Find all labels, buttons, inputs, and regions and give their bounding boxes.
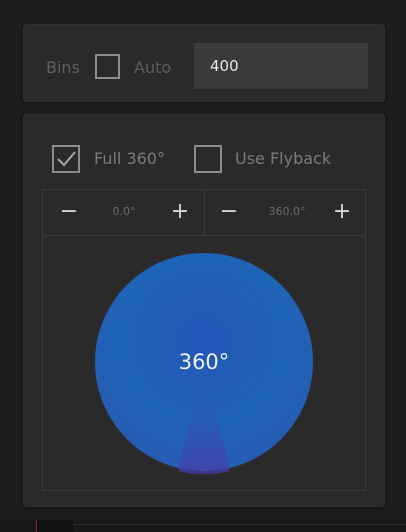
angle-panel: Full 360° Use Flyback − 0.0° + − 360.0° …: [23, 114, 385, 507]
end-angle-increment-button[interactable]: +: [330, 200, 354, 224]
end-angle-decrement-button[interactable]: −: [217, 200, 241, 224]
bins-input[interactable]: [194, 43, 368, 89]
start-angle-decrement-button[interactable]: −: [57, 200, 81, 224]
start-angle-increment-button[interactable]: +: [168, 200, 192, 224]
stepper-divider: [204, 190, 205, 236]
timeline-track: [73, 524, 406, 525]
bins-label: Bins: [46, 58, 80, 77]
angle-dial-graphic: [92, 250, 316, 475]
start-angle-value[interactable]: 0.0°: [89, 205, 159, 218]
checkmark-icon: [57, 151, 76, 167]
full360-checkbox[interactable]: [52, 145, 80, 173]
use-flyback-label: Use Flyback: [235, 149, 332, 168]
bins-panel: Bins Auto: [23, 24, 385, 102]
angle-range-box: − 0.0° + − 360.0° + 360°: [42, 189, 366, 491]
bins-row: Bins Auto: [24, 25, 384, 103]
angle-stepper-row: − 0.0° + − 360.0° +: [43, 190, 365, 236]
angle-dial[interactable]: 360°: [90, 248, 318, 476]
auto-label: Auto: [134, 58, 172, 77]
use-flyback-checkbox[interactable]: [194, 145, 222, 173]
angle-settings-view: Bins Auto Full 360° Use Flyback − 0.0° +…: [0, 0, 406, 532]
end-angle-value[interactable]: 360.0°: [249, 205, 325, 218]
bottom-strip: [0, 520, 406, 532]
timeline-cell: [37, 520, 73, 532]
auto-checkbox[interactable]: [95, 54, 120, 79]
full360-label: Full 360°: [94, 149, 165, 168]
